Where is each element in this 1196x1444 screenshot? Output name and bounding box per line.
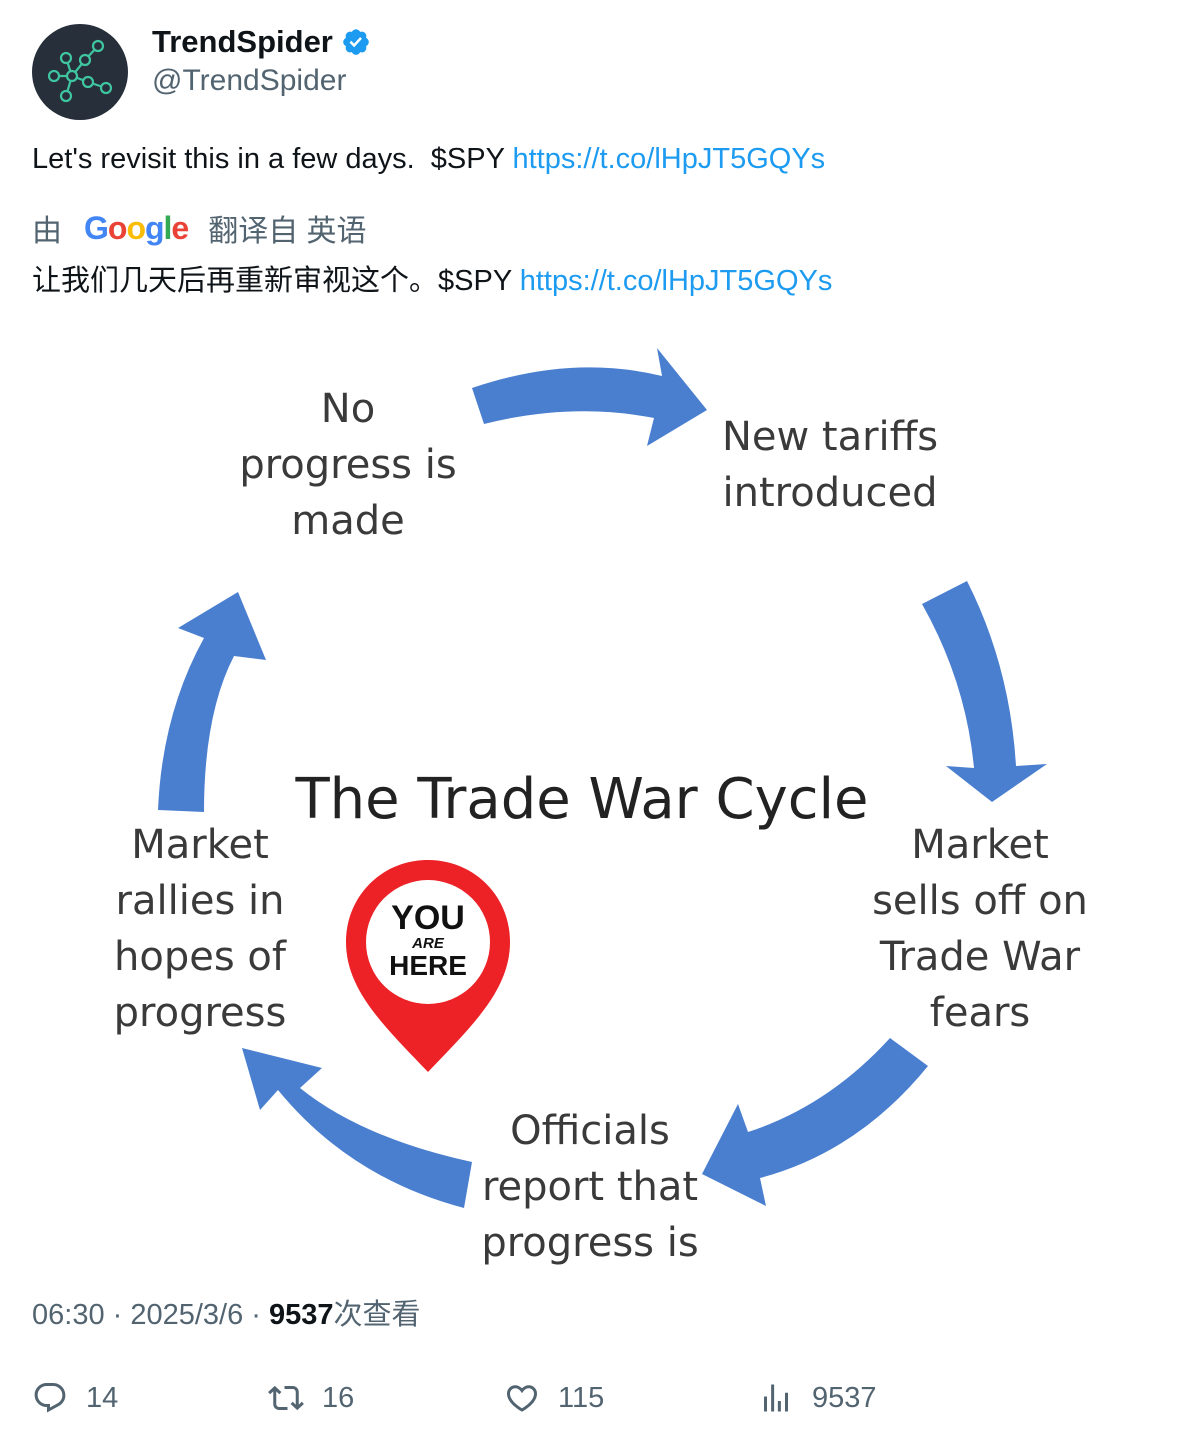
cycle-step-line: New tariffs — [722, 414, 938, 460]
cycle-step-line: progress is — [239, 442, 456, 488]
tweet-text: Let's revisit this in a few days. $SPY h… — [32, 143, 825, 176]
views-bar-chart-icon — [764, 1384, 788, 1412]
reply-count: 14 — [86, 1381, 119, 1414]
repost-count: 16 — [322, 1381, 355, 1414]
pin-text-you: YOU — [391, 899, 465, 937]
tweet-meta: 06:30 · 2025/3/6 · 9537次查看 — [32, 1291, 421, 1333]
cycle-title: The Trade War Cycle — [294, 767, 868, 832]
translated-body: 让我们几天后再重新审视这个。$SPY — [32, 265, 520, 297]
avatar[interactable] — [32, 24, 128, 120]
translation-source-label: 翻译自 英语 — [208, 215, 367, 248]
cycle-step-line: introduced — [723, 470, 938, 516]
repost-icon — [268, 1385, 304, 1411]
repost-button[interactable]: 16 — [268, 1374, 354, 1422]
display-name[interactable]: TrendSpider — [152, 24, 333, 60]
cycle-step-line: rallies in — [116, 878, 285, 924]
pin-text-here: HERE — [389, 950, 467, 981]
translation-prefix: 由 — [32, 215, 62, 248]
translation-attribution[interactable]: 由 Google 翻译自 英语 — [32, 207, 367, 249]
cycle-step-line: sells off on — [872, 878, 1088, 924]
cycle-step-line: Market — [131, 822, 269, 868]
views-label: 次查看 — [333, 1299, 421, 1331]
cycle-step-line: made — [291, 498, 404, 544]
translated-link[interactable]: https://t.co/lHpJT5GQYs — [520, 265, 833, 297]
tweet-body: Let's revisit this in a few days. $SPY — [32, 143, 513, 175]
author-name-row[interactable]: TrendSpider — [152, 22, 371, 62]
views-count: 9537 — [269, 1299, 334, 1331]
cycle-step-line: fears — [930, 990, 1031, 1036]
tweet-media-image[interactable]: No progress is made New tariffs introduc… — [32, 326, 1164, 1272]
like-count: 115 — [558, 1381, 605, 1414]
handle[interactable]: @TrendSpider — [152, 64, 346, 98]
cycle-step-line: report that — [482, 1164, 698, 1210]
views-button[interactable]: 9537 — [758, 1374, 877, 1422]
translated-text: 让我们几天后再重新审视这个。$SPY https://t.co/lHpJT5GQ… — [32, 257, 832, 299]
tweet-link[interactable]: https://t.co/lHpJT5GQYs — [513, 143, 826, 175]
verified-badge-icon — [343, 29, 369, 55]
action-bar: 14 16 115 9537 — [32, 1374, 1164, 1422]
cycle-step-line: Market — [911, 822, 1049, 868]
google-logo: Google — [84, 209, 189, 246]
cycle-step-line: hopes of — [114, 934, 287, 980]
like-button[interactable]: 115 — [504, 1374, 604, 1422]
reply-button[interactable]: 14 — [32, 1374, 118, 1422]
meta-separator: · — [104, 1299, 131, 1331]
constellation-logo-icon — [47, 39, 113, 103]
cycle-step-line: Trade War — [879, 934, 1081, 980]
cycle-step-line: progress is — [481, 1220, 698, 1266]
cycle-step-line: progress — [114, 990, 287, 1036]
reply-icon — [34, 1383, 66, 1413]
cycle-step-line: Officials — [510, 1108, 670, 1154]
heart-icon — [506, 1385, 538, 1412]
cycle-step-line: No — [321, 386, 375, 432]
meta-separator: · — [243, 1299, 270, 1331]
cycle-step-officials: Officials report that progress is — [481, 1108, 698, 1266]
tweet-time[interactable]: 06:30 — [32, 1299, 105, 1331]
tweet-date[interactable]: 2025/3/6 — [130, 1299, 243, 1331]
views-action-count: 9537 — [812, 1381, 877, 1414]
